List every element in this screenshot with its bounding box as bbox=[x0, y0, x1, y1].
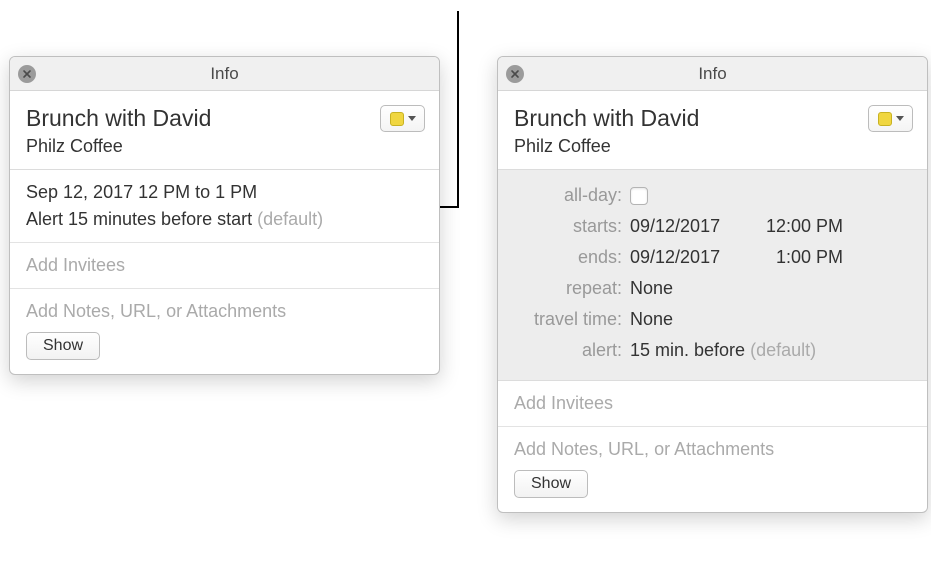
label-travel: travel time: bbox=[512, 309, 630, 330]
calendar-color-swatch-icon bbox=[878, 112, 892, 126]
row-allday: all-day: bbox=[512, 180, 913, 211]
alert-value-text: 15 min. before bbox=[630, 340, 750, 360]
footer: Show bbox=[10, 322, 439, 374]
show-button-label: Show bbox=[531, 475, 571, 493]
window-title: Info bbox=[210, 64, 238, 84]
calendar-color-picker[interactable] bbox=[868, 105, 913, 132]
calendar-color-swatch-icon bbox=[390, 112, 404, 126]
titlebar: Info bbox=[10, 57, 439, 91]
label-allday: all-day: bbox=[512, 185, 630, 206]
label-repeat: repeat: bbox=[512, 278, 630, 299]
row-starts: starts: 09/12/2017 12:00 PM bbox=[512, 211, 913, 242]
row-ends: ends: 09/12/2017 1:00 PM bbox=[512, 242, 913, 273]
event-location[interactable]: Philz Coffee bbox=[514, 136, 911, 157]
footer: Show bbox=[498, 460, 927, 512]
row-travel: travel time: None bbox=[512, 304, 913, 335]
row-alert: alert: 15 min. before (default) bbox=[512, 335, 913, 366]
add-notes-placeholder: Add Notes, URL, or Attachments bbox=[514, 439, 911, 460]
alert-summary-default: (default) bbox=[257, 209, 323, 229]
chevron-down-icon bbox=[896, 116, 904, 121]
alert-value[interactable]: 15 min. before (default) bbox=[630, 340, 816, 361]
alert-value-default: (default) bbox=[750, 340, 816, 360]
notes-section[interactable]: Add Notes, URL, or Attachments bbox=[498, 427, 927, 460]
close-button[interactable] bbox=[506, 65, 524, 83]
time-summary: Sep 12, 2017 12 PM to 1 PM bbox=[26, 182, 423, 203]
event-title[interactable]: Brunch with David bbox=[514, 105, 911, 132]
close-icon bbox=[22, 69, 32, 79]
starts-time-field[interactable]: 12:00 PM bbox=[748, 216, 843, 237]
add-notes-placeholder: Add Notes, URL, or Attachments bbox=[26, 301, 423, 322]
add-invitees-placeholder: Add Invitees bbox=[26, 255, 423, 276]
travel-value[interactable]: None bbox=[630, 309, 673, 330]
ends-time-field[interactable]: 1:00 PM bbox=[748, 247, 843, 268]
event-title[interactable]: Brunch with David bbox=[26, 105, 423, 132]
alert-summary-text: Alert 15 minutes before start bbox=[26, 209, 257, 229]
label-alert: alert: bbox=[512, 340, 630, 361]
invitees-section[interactable]: Add Invitees bbox=[498, 381, 927, 427]
show-button[interactable]: Show bbox=[26, 332, 100, 360]
notes-section[interactable]: Add Notes, URL, or Attachments bbox=[10, 289, 439, 322]
starts-date-field[interactable]: 09/12/2017 bbox=[630, 216, 730, 237]
row-repeat: repeat: None bbox=[512, 273, 913, 304]
time-summary-section[interactable]: Sep 12, 2017 12 PM to 1 PM Alert 15 minu… bbox=[10, 170, 439, 243]
event-info-popover-collapsed: Info Brunch with David Philz Coffee Sep … bbox=[9, 56, 440, 375]
label-starts: starts: bbox=[512, 216, 630, 237]
event-info-popover-expanded: Info Brunch with David Philz Coffee all-… bbox=[497, 56, 928, 513]
allday-checkbox[interactable] bbox=[630, 187, 648, 205]
close-icon bbox=[510, 69, 520, 79]
window-title: Info bbox=[698, 64, 726, 84]
titlebar: Info bbox=[498, 57, 927, 91]
event-header: Brunch with David Philz Coffee bbox=[498, 91, 927, 170]
ends-date-field[interactable]: 09/12/2017 bbox=[630, 247, 730, 268]
event-header: Brunch with David Philz Coffee bbox=[10, 91, 439, 170]
callout-line-vertical bbox=[457, 11, 459, 207]
chevron-down-icon bbox=[408, 116, 416, 121]
event-location[interactable]: Philz Coffee bbox=[26, 136, 423, 157]
alert-summary: Alert 15 minutes before start (default) bbox=[26, 209, 423, 230]
label-ends: ends: bbox=[512, 247, 630, 268]
calendar-color-picker[interactable] bbox=[380, 105, 425, 132]
repeat-value[interactable]: None bbox=[630, 278, 673, 299]
add-invitees-placeholder: Add Invitees bbox=[514, 393, 911, 414]
event-details-section: all-day: starts: 09/12/2017 12:00 PM end… bbox=[498, 170, 927, 381]
invitees-section[interactable]: Add Invitees bbox=[10, 243, 439, 289]
show-button-label: Show bbox=[43, 337, 83, 355]
show-button[interactable]: Show bbox=[514, 470, 588, 498]
close-button[interactable] bbox=[18, 65, 36, 83]
